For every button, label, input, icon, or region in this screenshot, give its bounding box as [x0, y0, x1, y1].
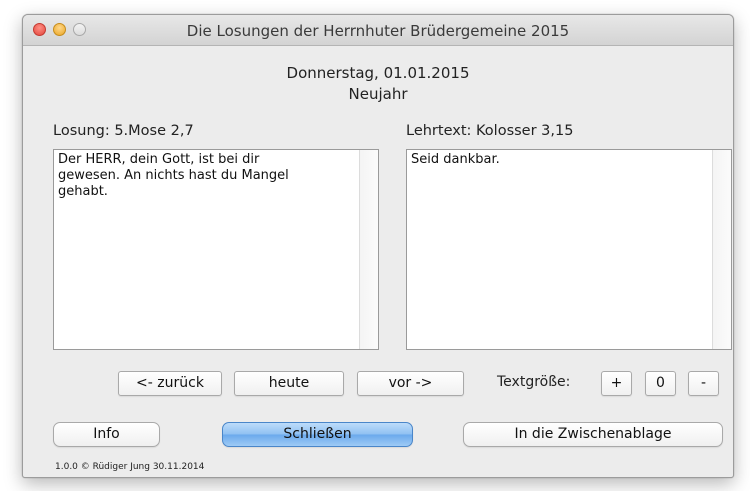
textsize-decrease-button[interactable]: - — [688, 371, 719, 396]
app-window: Die Losungen der Herrnhuter Brüdergemein… — [22, 14, 734, 478]
holiday-heading: Neujahr — [348, 85, 408, 103]
losung-text: Der HERR, dein Gott, ist bei dir gewesen… — [58, 152, 289, 199]
textsize-value: 0 — [645, 371, 676, 396]
info-button[interactable]: Info — [53, 422, 160, 447]
version-footer: 1.0.0 © Rüdiger Jung 30.11.2014 — [55, 462, 205, 472]
losung-label: Losung: 5.Mose 2,7 — [53, 123, 194, 139]
lehrtext-scrollbar[interactable] — [712, 150, 731, 349]
today-button[interactable]: heute — [234, 371, 344, 396]
lehrtext-text: Seid dankbar. — [411, 152, 500, 167]
losung-textbox[interactable]: Der HERR, dein Gott, ist bei dir gewesen… — [53, 149, 379, 350]
date-heading: Donnerstag, 01.01.2015 — [286, 64, 470, 82]
textsize-increase-button[interactable]: + — [601, 371, 632, 396]
textsize-label: Textgröße: — [497, 374, 571, 390]
lehrtext-label: Lehrtext: Kolosser 3,15 — [406, 123, 574, 139]
title-bar[interactable]: Die Losungen der Herrnhuter Brüdergemein… — [23, 15, 733, 46]
copy-to-clipboard-button[interactable]: In die Zwischenablage — [463, 422, 723, 447]
lehrtext-textbox[interactable]: Seid dankbar. — [406, 149, 732, 350]
next-button[interactable]: vor -> — [357, 371, 464, 396]
close-button[interactable]: Schließen — [222, 422, 413, 447]
back-button[interactable]: <- zurück — [118, 371, 222, 396]
window-title: Die Losungen der Herrnhuter Brüdergemein… — [186, 22, 570, 40]
losung-scrollbar[interactable] — [359, 150, 378, 349]
